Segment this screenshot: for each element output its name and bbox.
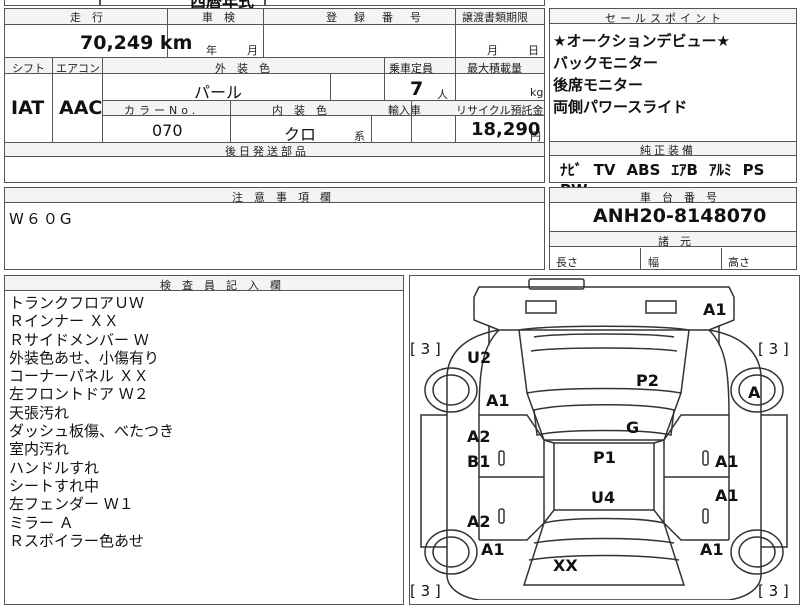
equipment-tv: TV [593, 161, 616, 179]
inspector-item: ハンドルすれ [9, 458, 100, 477]
interior-color-label: 内 装 色 [272, 104, 327, 117]
damage-label: A1 [700, 540, 724, 559]
damage-label: A2 [467, 512, 491, 531]
inspection-label: 車 検 [202, 11, 235, 24]
damage-label: A1 [715, 452, 739, 471]
later-parts-label: 後日発送部品 [225, 145, 309, 158]
tire-mark-front-right: [ 3 ] [758, 582, 789, 600]
tire-mark-front-left: [ 3 ] [410, 582, 441, 600]
sales-point-item: ★オークションデビュー★ [553, 32, 730, 50]
exterior-color-value: パール [194, 83, 243, 102]
aircon-value: AAC [59, 97, 103, 119]
inspector-item: 外装色あせ、小傷有り [9, 348, 160, 367]
notes-label: 注 意 事 項 欄 [232, 191, 331, 204]
damage-label: P1 [593, 448, 616, 467]
inspector-item: Ｒスポイラー色あせ [9, 531, 145, 550]
damage-label: A2 [467, 427, 491, 446]
sales-point-item: 後席モニター [553, 76, 644, 94]
shift-label: シフト [12, 62, 45, 75]
damage-label: A [748, 383, 761, 402]
inspector-item: 左フロントドア Ｗ２ [9, 385, 149, 404]
mileage-value: 70,249 km [80, 32, 193, 54]
damage-label: U2 [467, 348, 492, 367]
sales-point-list: ★オークションデビュー★ バックモニター 後席モニター 両側パワースライド [553, 30, 730, 118]
inspector-item: トランクフロアＵＷ [9, 294, 145, 312]
equipment-ps: PS [742, 161, 765, 179]
tire-mark-rear-left: [ 3 ] [410, 340, 441, 358]
chassis-value: ANH20-8148070 [593, 205, 767, 227]
max-load-unit: kg [530, 86, 544, 99]
notes-value: W６０G [9, 210, 74, 228]
max-load-label: 最大積載量 [467, 62, 522, 75]
aircon-label: エアコン [56, 62, 100, 75]
inspector-list: トランクフロアＵＷ Ｒインナー ＸＸ Ｒサイドメンバー Ｗ 外装色あせ、小傷有り… [9, 294, 174, 550]
inspector-item: 左フェンダー Ｗ１ [9, 495, 134, 514]
exterior-color-label: 外 装 色 [215, 62, 270, 75]
sales-point-item: バックモニター [553, 54, 659, 72]
sales-point-item: 両側パワースライド [553, 98, 688, 116]
mileage-label: 走 行 [70, 11, 103, 24]
damage-label: A1 [703, 300, 727, 319]
inspection-month: 月 [247, 44, 258, 57]
inspector-item: ダッシュ板傷、べたつき [9, 422, 175, 441]
recycle-label: リサイクル預託金 [456, 104, 544, 117]
standard-equipment-label: 純正装備 [640, 144, 696, 157]
color-no-value: 070 [152, 121, 183, 140]
color-no-label: カラーNo. [124, 104, 200, 117]
equipment-airbag: ｴｱB [671, 161, 698, 179]
chassis-label: 車 台 番 号 [640, 191, 717, 204]
inspector-item: Ｒインナー ＸＸ [9, 312, 119, 331]
transfer-deadline-label: 譲渡書類期限 [462, 11, 528, 24]
damage-label: U4 [591, 488, 616, 507]
damage-label: G [626, 418, 640, 437]
inspector-item: 天張汚れ [9, 403, 70, 422]
inspector-item: 室内汚れ [9, 440, 70, 459]
spec-height-label: 高さ [728, 256, 750, 269]
inspector-item: シートすれ中 [9, 476, 100, 495]
equipment-navi: ﾅﾋﾞ [560, 161, 583, 179]
top-strip [4, 0, 100, 6]
spec-width-label: 幅 [648, 256, 659, 269]
shift-value: IAT [11, 97, 45, 119]
inspector-item: コーナーパネル ＸＸ [9, 367, 149, 386]
damage-label: XX [553, 556, 578, 575]
registration-label: 登 録 番 号 [326, 11, 424, 24]
equipment-abs: ABS [626, 161, 661, 179]
equipment-alloy: ｱﾙﾐ [709, 161, 732, 179]
tire-mark-rear-right: [ 3 ] [758, 340, 789, 358]
capacity-label: 乗車定員 [389, 62, 433, 75]
transfer-day: 日 [528, 44, 539, 57]
inspector-item: Ｒサイドメンバー Ｗ [9, 330, 149, 349]
capacity-value: 7 [410, 78, 424, 100]
damage-label: A1 [715, 486, 739, 505]
capacity-unit: 人 [437, 88, 448, 101]
top-strip-right [265, 0, 545, 6]
damage-label: P2 [636, 371, 659, 390]
specs-label: 諸 元 [658, 235, 691, 248]
damage-label: B1 [467, 452, 491, 471]
sales-point-label: セールスポイント [605, 12, 725, 25]
damage-label: A1 [481, 540, 505, 559]
damage-label: A1 [486, 391, 510, 410]
inspection-year: 年 [206, 44, 217, 57]
inspector-item: ミラー Ａ [9, 513, 74, 532]
transfer-month: 月 [487, 44, 498, 57]
inspector-label: 検 査 員 記 入 欄 [160, 279, 281, 292]
import-label: 輸入車 [388, 104, 421, 117]
spec-length-label: 長さ [556, 256, 578, 269]
